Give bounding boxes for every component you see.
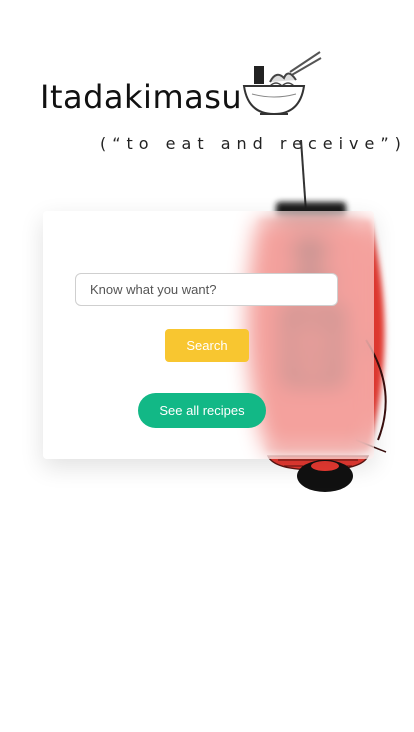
landing-page: Itadakimasu (“to eat and receive”) Searc (0, 0, 414, 732)
ramen-bowl-icon (242, 51, 322, 116)
search-button[interactable]: Search (165, 329, 249, 362)
search-card: Search See all recipes (43, 211, 374, 459)
search-input[interactable] (75, 273, 338, 306)
page-title: Itadakimasu (40, 78, 243, 116)
see-all-recipes-button[interactable]: See all recipes (138, 393, 266, 428)
